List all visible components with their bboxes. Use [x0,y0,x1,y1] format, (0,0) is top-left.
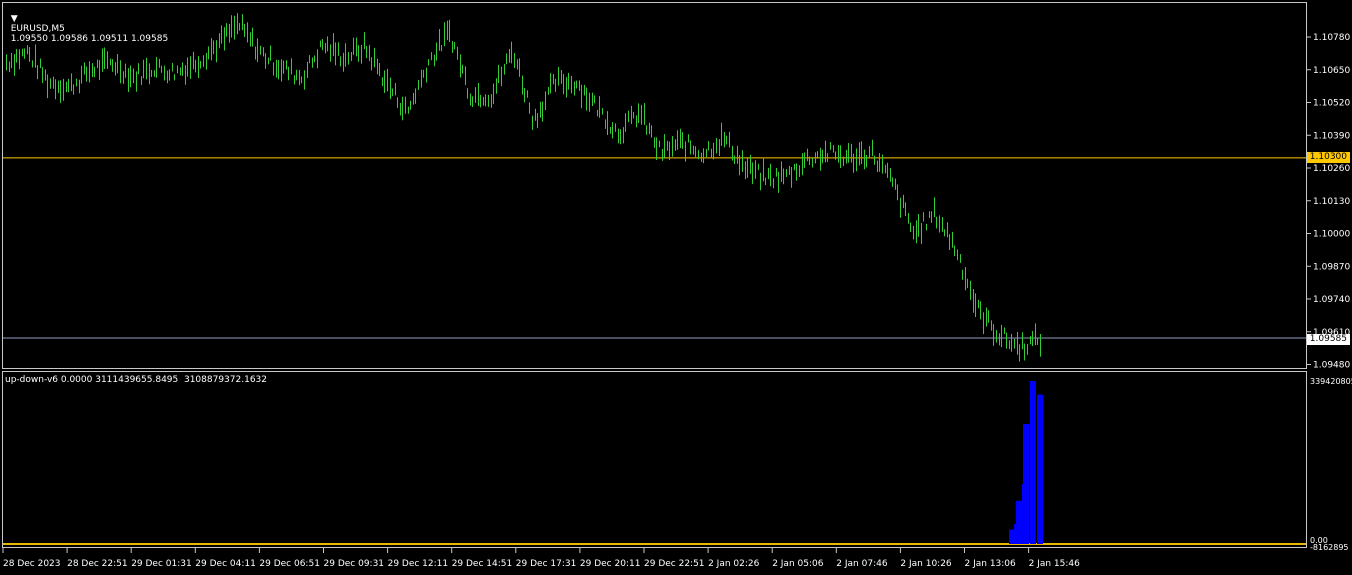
time-axis-label: 29 Dec 06:51 [259,559,320,569]
indicator-label: up-down-v6 0.0000 3111439655.8495 310887… [5,375,267,385]
price-axis-label: 1.10650 [1313,66,1350,76]
price-axis-label: 1.10520 [1313,99,1350,109]
indicator-bar [1030,381,1036,544]
indicator-bar [1026,454,1028,544]
time-axis-label: 29 Dec 20:11 [580,559,641,569]
symbol-info: ▼ EURUSD,M5 1.09550 1.09586 1.09511 1.09… [5,4,168,44]
price-axis-label: 1.09740 [1313,295,1350,305]
time-axis-label: 29 Dec 04:11 [195,559,256,569]
price-axis-label: 1.10130 [1313,197,1350,207]
time-axis-label: 28 Dec 22:51 [67,559,128,569]
time-axis-label: 2 Jan 05:06 [772,559,824,569]
indicator-bar [1014,524,1016,544]
time-axis-label: 2 Jan 10:26 [900,559,952,569]
time-axis-label: 29 Dec 22:51 [644,559,705,569]
price-axis-label: 1.09870 [1313,262,1350,272]
time-axis-label: 2 Jan 15:46 [1029,559,1081,569]
time-axis-label: 28 Dec 2023 [3,559,61,569]
resistance-price-tag: 1.10300 [1306,152,1350,163]
indicator-bar [1022,484,1024,544]
time-axis-label: 2 Jan 13:06 [965,559,1017,569]
time-axis-label: 29 Dec 12:11 [388,559,449,569]
time-axis-label: 29 Dec 14:51 [452,559,513,569]
chart-canvas: 1.10780 1.10650 1.10520 1.10390 1.10260 1.101… [2,13,1352,569]
price-axis-label: 1.10390 [1313,131,1350,141]
indicator-axis-label: -8162895 [1310,543,1349,552]
indicator-axis-label: 3394208055 [1310,377,1352,386]
current-price-tag: 1.09585 [1306,334,1350,345]
time-axis-label: 29 Dec 01:31 [131,559,192,569]
triangle-down-icon[interactable]: ▼ [11,14,18,24]
price-axis-label: 1.10000 [1313,230,1350,240]
indicator-bar [1018,509,1020,544]
price-axis-label: 1.10260 [1313,164,1350,174]
time-axis-label: 29 Dec 17:31 [516,559,577,569]
indicator-bar [1037,394,1043,544]
time-axis-label: 2 Jan 02:26 [708,559,760,569]
price-axis-label: 1.10780 [1313,33,1350,43]
ohlc-values: 1.09550 1.09586 1.09511 1.09585 [10,34,169,44]
time-axis-label: 2 Jan 07:46 [836,559,888,569]
symbol-label: EURUSD,M5 [10,24,65,34]
time-axis-label: 29 Dec 09:31 [324,559,385,569]
price-axis-label: 1.09480 [1313,361,1350,371]
